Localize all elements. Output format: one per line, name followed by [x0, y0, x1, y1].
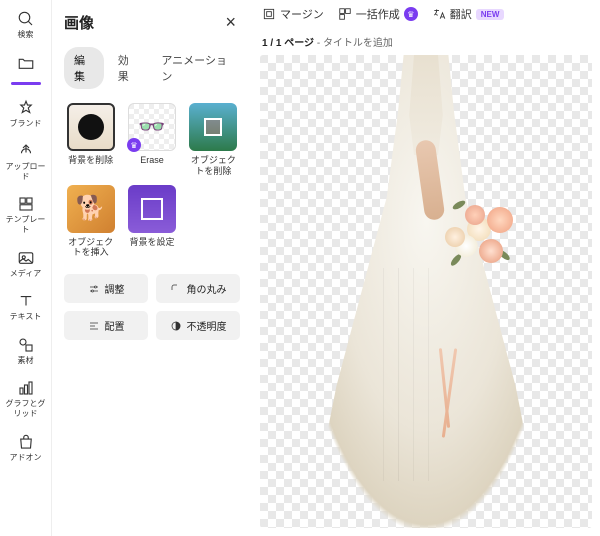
- bulk-button[interactable]: 一括作成 ♛: [338, 6, 418, 22]
- translate-label: 翻訳: [450, 6, 472, 22]
- topbar: マージン 一括作成 ♛ 翻訳 NEW: [252, 0, 600, 28]
- rail-media[interactable]: メディア: [0, 243, 51, 285]
- media-icon: [17, 249, 35, 267]
- rail-label: 素材: [18, 356, 34, 366]
- close-icon[interactable]: ×: [221, 8, 240, 37]
- align-icon: [88, 320, 100, 332]
- tools-grid: 背景を削除 ♛ Erase オブジェクトを削除 オブジェクトを挿入 背景を設定: [64, 103, 240, 258]
- margin-button[interactable]: マージン: [262, 6, 324, 22]
- corner-icon: [170, 283, 182, 295]
- margin-label: マージン: [280, 6, 324, 22]
- bag-icon: [17, 433, 35, 451]
- rail-home[interactable]: [0, 48, 51, 78]
- page-sep: -: [314, 38, 323, 49]
- translate-button[interactable]: 翻訳 NEW: [432, 6, 505, 22]
- canvas-wrap: 1 / 1 ページ - タイトルを追加: [252, 28, 600, 536]
- shapes-icon: [17, 336, 35, 354]
- tool-thumb: [67, 185, 115, 233]
- tool-label: オブジェクトを挿入: [64, 237, 117, 259]
- page-number: 1 / 1 ページ: [262, 38, 314, 49]
- left-rail: 検索 ブランド アップロード テンプレート メディア テキスト 素材 グラフとグ…: [0, 0, 52, 536]
- tab-animation[interactable]: アニメーション: [151, 47, 240, 89]
- canvas-image[interactable]: [286, 55, 566, 528]
- page-info[interactable]: 1 / 1 ページ - タイトルを追加: [260, 28, 592, 55]
- rail-label: ブランド: [10, 119, 42, 129]
- tool-label: 背景を削除: [68, 155, 113, 166]
- crown-icon: ♛: [404, 7, 418, 21]
- tool-thumb: [128, 185, 176, 233]
- sliders-icon: [88, 283, 100, 295]
- tool-thumb: [189, 103, 237, 151]
- corner-button[interactable]: 角の丸み: [156, 274, 240, 303]
- tool-erase[interactable]: ♛ Erase: [125, 103, 178, 177]
- adjust-buttons: 調整 角の丸み 配置 不透明度: [64, 274, 240, 340]
- rail-brand[interactable]: ブランド: [0, 93, 51, 135]
- tool-label: オブジェクトを削除: [187, 155, 240, 177]
- rail-upload[interactable]: アップロード: [0, 136, 51, 187]
- image-panel: 画像 × 編集 効果 アニメーション 背景を削除 ♛ Erase オブジェクトを…: [52, 0, 252, 536]
- rail-label: グラフとグリッド: [2, 399, 49, 418]
- search-icon: [17, 10, 35, 28]
- rail-elements[interactable]: 素材: [0, 330, 51, 372]
- translate-icon: [432, 7, 446, 21]
- btn-label: 角の丸み: [187, 281, 227, 296]
- bulk-label: 一括作成: [356, 6, 400, 22]
- opacity-button[interactable]: 不透明度: [156, 311, 240, 340]
- rail-addons[interactable]: アドオン: [0, 427, 51, 469]
- rail-label: アップロード: [2, 162, 49, 181]
- chart-icon: [17, 379, 35, 397]
- tab-edit[interactable]: 編集: [64, 47, 104, 89]
- panel-header: 画像 ×: [64, 8, 240, 37]
- rail-indicator: [11, 82, 41, 85]
- align-button[interactable]: 配置: [64, 311, 148, 340]
- text-icon: [17, 292, 35, 310]
- upload-icon: [17, 142, 35, 160]
- tool-insert-object[interactable]: オブジェクトを挿入: [64, 185, 117, 259]
- panel-title: 画像: [64, 12, 94, 33]
- btn-label: 不透明度: [187, 318, 227, 333]
- canvas[interactable]: [260, 55, 592, 528]
- tool-thumb: ♛: [128, 103, 176, 151]
- rail-search[interactable]: 検索: [0, 4, 51, 46]
- bulk-icon: [338, 7, 352, 21]
- margin-icon: [262, 7, 276, 21]
- template-icon: [17, 195, 35, 213]
- panel-tabs: 編集 効果 アニメーション: [64, 47, 240, 89]
- tool-label: 背景を設定: [129, 237, 174, 248]
- tab-effects[interactable]: 効果: [108, 47, 148, 89]
- rail-label: メディア: [10, 269, 41, 279]
- rail-label: アドオン: [10, 453, 42, 463]
- rail-text[interactable]: テキスト: [0, 286, 51, 328]
- tool-set-bg[interactable]: 背景を設定: [125, 185, 178, 259]
- adjust-button[interactable]: 調整: [64, 274, 148, 303]
- btn-label: 調整: [105, 281, 125, 296]
- rail-templates[interactable]: テンプレート: [0, 189, 51, 240]
- btn-label: 配置: [105, 318, 125, 333]
- page-title-placeholder: タイトルを追加: [323, 38, 393, 49]
- canvas-area: マージン 一括作成 ♛ 翻訳 NEW 1 / 1 ページ - タイトルを追加: [252, 0, 600, 536]
- rail-charts[interactable]: グラフとグリッド: [0, 373, 51, 424]
- rail-label: テキスト: [10, 312, 42, 322]
- folder-icon: [17, 54, 35, 72]
- brand-icon: [17, 99, 35, 117]
- rail-label: テンプレート: [2, 215, 49, 234]
- new-badge: NEW: [476, 9, 505, 20]
- tool-remove-object[interactable]: オブジェクトを削除: [187, 103, 240, 177]
- tool-label: Erase: [140, 155, 164, 166]
- rail-label: 検索: [18, 30, 34, 40]
- tool-thumb: [67, 103, 115, 151]
- tool-remove-bg[interactable]: 背景を削除: [64, 103, 117, 177]
- crown-icon: ♛: [127, 138, 141, 152]
- opacity-icon: [170, 320, 182, 332]
